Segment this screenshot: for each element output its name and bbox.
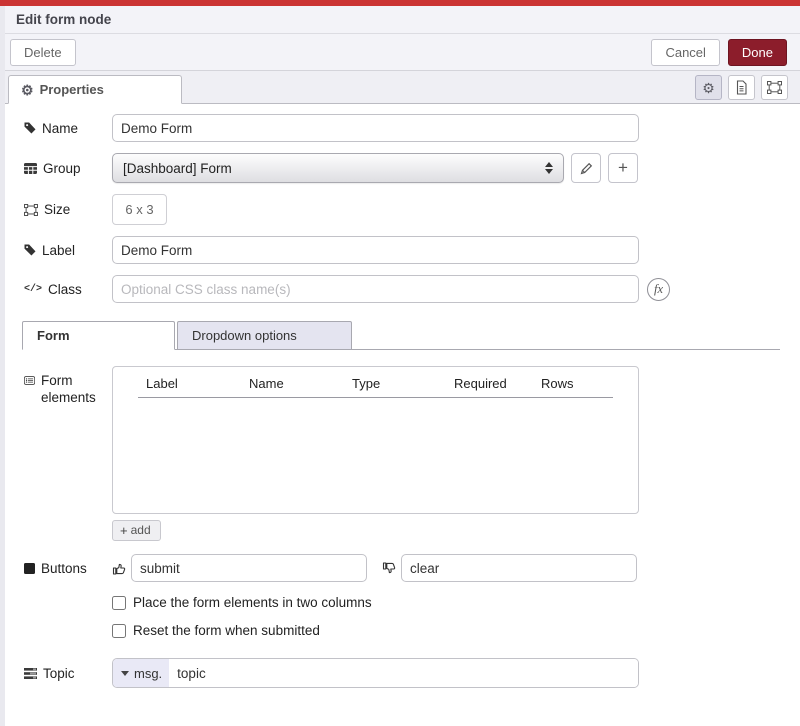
- buttons-row: Buttons: [24, 554, 780, 582]
- tab-properties-label: Properties: [40, 82, 104, 97]
- clear-button-text-input[interactable]: [401, 554, 637, 582]
- group-select-value: [Dashboard] Form: [123, 161, 232, 176]
- group-label: Group: [24, 160, 112, 177]
- add-element-button[interactable]: + add: [112, 520, 161, 541]
- size-label: Size: [24, 201, 112, 218]
- label-input[interactable]: [112, 236, 639, 264]
- size-button[interactable]: 6 x 3: [112, 194, 167, 225]
- topic-input[interactable]: [169, 659, 638, 687]
- dialog-header: Edit form node: [0, 6, 800, 34]
- col-required: Required: [454, 376, 541, 391]
- dialog-button-bar: Delete Cancel Done: [0, 34, 800, 71]
- thumbs-up-icon: [112, 561, 127, 576]
- properties-view-button[interactable]: ⚙: [695, 75, 722, 100]
- dialog-actions: Cancel Done: [651, 39, 787, 66]
- tasks-icon: [24, 668, 37, 679]
- thumbs-down-icon: [382, 561, 397, 576]
- col-rows: Rows: [541, 376, 601, 391]
- reset-form-checkbox[interactable]: [112, 624, 126, 638]
- two-columns-option: Place the form elements in two columns: [112, 595, 780, 610]
- appearance-view-button[interactable]: [761, 75, 788, 100]
- two-columns-label: Place the form elements in two columns: [133, 595, 372, 610]
- tag-icon: [24, 244, 36, 256]
- edit-form-node-dialog: Edit form node Delete Cancel Done ⚙ Prop…: [0, 0, 800, 726]
- dialog-title: Edit form node: [16, 12, 111, 27]
- two-columns-checkbox[interactable]: [112, 596, 126, 610]
- table-header-divider: [138, 397, 613, 398]
- label-row: Label: [24, 236, 780, 264]
- done-button[interactable]: Done: [728, 39, 787, 66]
- edit-group-button[interactable]: [571, 153, 601, 183]
- delete-button[interactable]: Delete: [10, 39, 76, 66]
- group-select[interactable]: [Dashboard] Form: [112, 153, 564, 183]
- add-group-button[interactable]: +: [608, 153, 638, 183]
- topic-label: Topic: [24, 665, 112, 682]
- description-view-button[interactable]: [728, 75, 755, 100]
- reset-form-option: Reset the form when submitted: [112, 623, 780, 638]
- square-icon: [24, 563, 35, 574]
- col-label: Label: [146, 376, 249, 391]
- table-icon: [24, 163, 37, 174]
- class-input[interactable]: [112, 275, 639, 303]
- form-elements-editor: Label Name Type Required Rows + add: [112, 366, 639, 541]
- col-type: Type: [352, 376, 454, 391]
- chevron-down-icon: [121, 671, 129, 676]
- tab-form[interactable]: Form: [22, 321, 175, 350]
- dialog-view-buttons: ⚙: [695, 75, 788, 100]
- properties-form: Name Group [Dashboard] Form: [0, 104, 800, 688]
- name-label: Name: [24, 120, 112, 137]
- dialog-tab-bar: ⚙ Properties ⚙: [0, 71, 800, 104]
- form-elements-table-header: Label Name Type Required Rows: [113, 367, 638, 397]
- plus-icon: +: [120, 524, 128, 537]
- form-elements-label: Form elements: [24, 366, 112, 541]
- name-input[interactable]: [112, 114, 639, 142]
- topic-type-value: msg.: [134, 666, 162, 681]
- list-alt-icon: [24, 375, 35, 386]
- group-row: Group [Dashboard] Form +: [24, 153, 780, 183]
- name-row: Name: [24, 114, 780, 142]
- class-label: </> Class: [24, 281, 112, 298]
- fx-env-icon: fx: [647, 278, 670, 301]
- topic-type-select[interactable]: msg.: [113, 659, 169, 687]
- submit-button-text-input[interactable]: [131, 554, 367, 582]
- topic-row: Topic msg.: [24, 658, 780, 688]
- left-edge-strip: [0, 6, 5, 726]
- select-arrows-icon: [545, 162, 553, 174]
- cancel-button[interactable]: Cancel: [651, 39, 719, 66]
- topic-typed-input: msg.: [112, 658, 639, 688]
- buttons-label: Buttons: [24, 560, 112, 577]
- reset-form-label: Reset the form when submitted: [133, 623, 320, 638]
- tab-properties[interactable]: ⚙ Properties: [8, 75, 182, 104]
- label-label: Label: [24, 242, 112, 259]
- class-row: </> Class fx: [24, 275, 780, 303]
- document-icon: [735, 80, 748, 95]
- size-row: Size 6 x 3: [24, 194, 780, 225]
- tab-dropdown-options[interactable]: Dropdown options: [177, 321, 352, 350]
- plus-icon: +: [618, 159, 628, 176]
- gear-icon: ⚙: [21, 83, 34, 97]
- code-icon: </>: [24, 284, 42, 295]
- form-elements-section: Form elements Label Name Type Required R…: [24, 366, 780, 541]
- tag-icon: [24, 122, 36, 134]
- col-name: Name: [249, 376, 352, 391]
- pencil-icon: [580, 162, 593, 175]
- node-config-tabs: Form Dropdown options: [22, 320, 780, 350]
- object-group-icon: [24, 204, 38, 216]
- gear-icon: ⚙: [702, 81, 715, 95]
- object-group-icon: [767, 81, 782, 94]
- form-elements-table[interactable]: Label Name Type Required Rows: [112, 366, 639, 514]
